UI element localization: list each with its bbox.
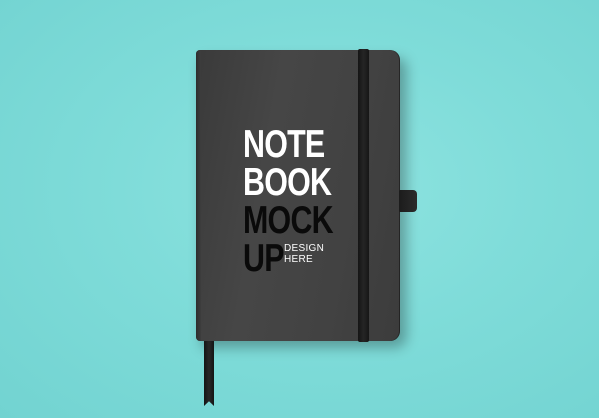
logo-line-book: BOOK xyxy=(243,161,332,204)
logo-sub-design: DESIGN xyxy=(284,243,325,254)
elastic-band xyxy=(358,49,369,342)
logo-line-note: NOTE xyxy=(243,123,325,166)
logo-sub-here: HERE xyxy=(284,254,313,265)
bookmark-ribbon xyxy=(204,338,214,406)
pen-loop xyxy=(399,190,417,212)
cover-logo: NOTE BOOK MOCK UP DESIGN HERE xyxy=(243,123,353,278)
logo-subtitle: DESIGN HERE xyxy=(284,243,324,265)
notebook-spine xyxy=(196,50,201,341)
logo-line-mock: MOCK xyxy=(243,199,334,242)
logo-row-up: UP DESIGN HERE xyxy=(243,239,353,278)
